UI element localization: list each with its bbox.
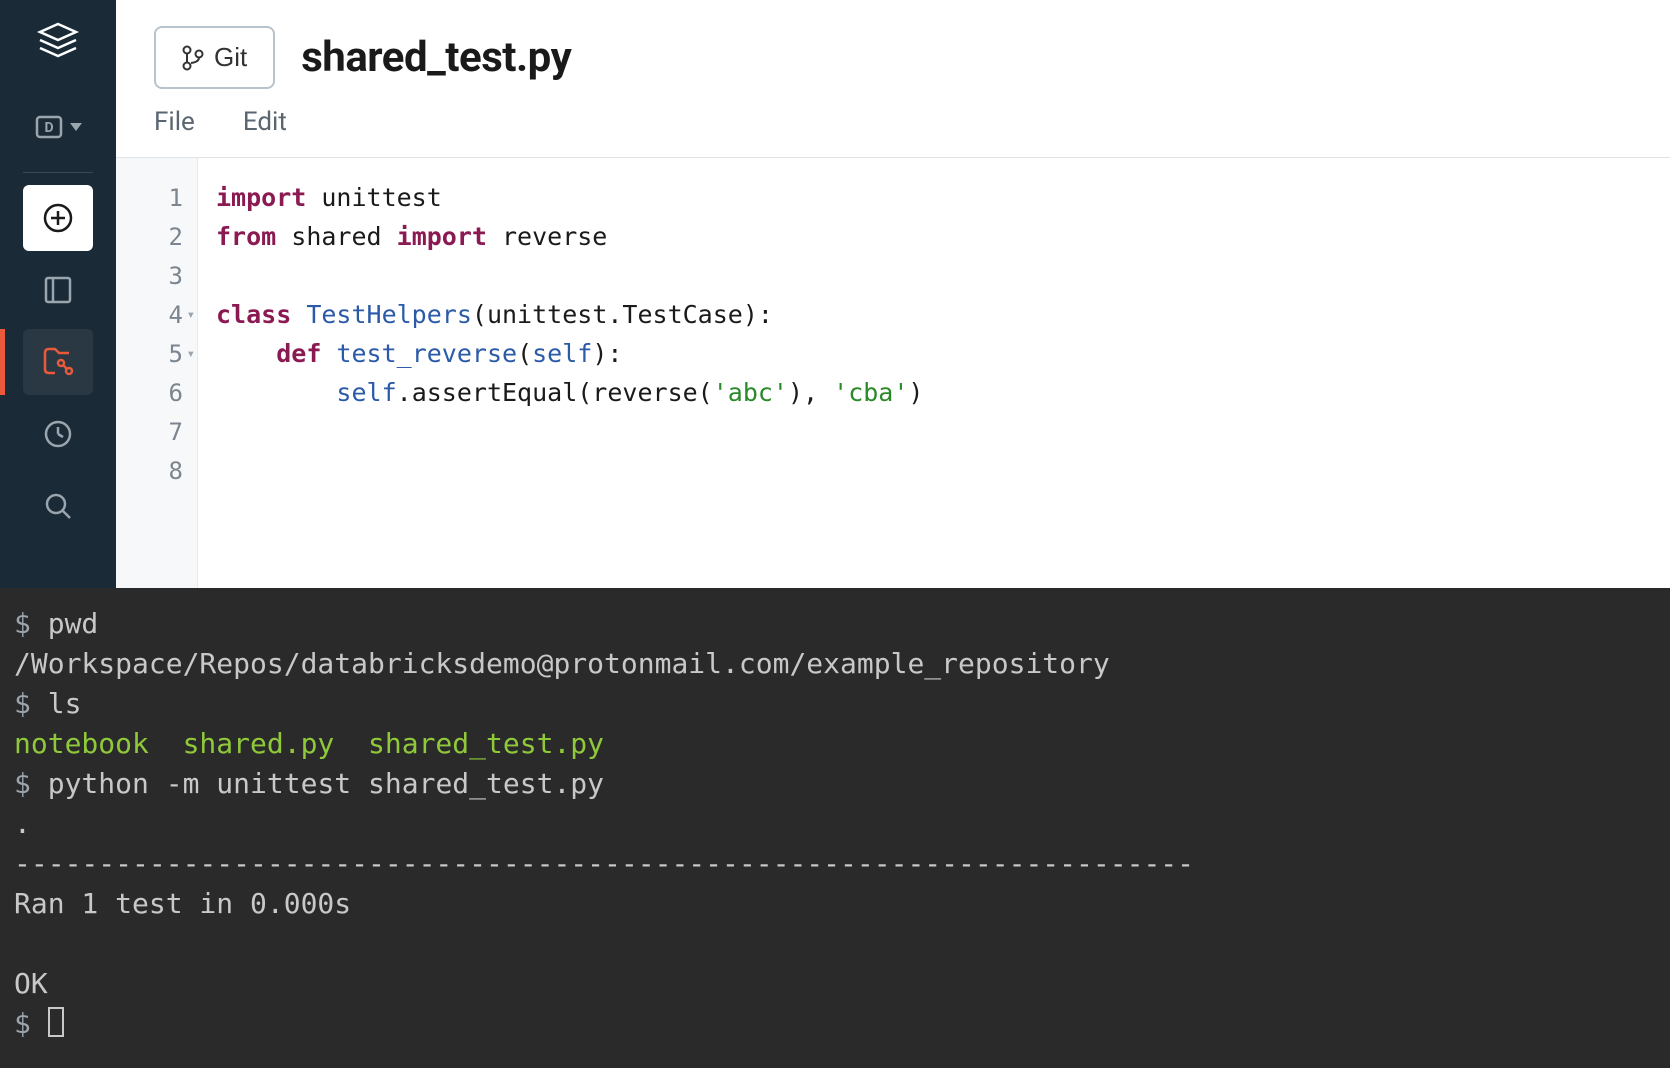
line-number: 2 [116, 217, 197, 256]
header: Git shared_test.py [116, 0, 1670, 107]
gutter: 1 2 3 4▾ 5▾ 6 7 8 [116, 158, 198, 588]
git-button-label: Git [214, 42, 247, 73]
terminal-output: OK [14, 967, 48, 1000]
line-number: 5▾ [116, 334, 197, 373]
terminal-output: notebook shared.py shared_test.py [14, 727, 604, 760]
sidebar-divider [23, 172, 93, 173]
git-branch-icon [182, 45, 204, 71]
search-icon [42, 490, 74, 522]
code-area[interactable]: import unittest from shared import rever… [198, 158, 1670, 588]
code-line [216, 451, 1652, 490]
code-editor[interactable]: 1 2 3 4▾ 5▾ 6 7 8 import unittest from s… [116, 158, 1670, 588]
code-line [216, 256, 1652, 295]
code-line: def test_reverse(self): [216, 334, 1652, 373]
terminal-output: ----------------------------------------… [14, 847, 1194, 880]
editor-panel: D [0, 0, 1670, 588]
menu-file[interactable]: File [154, 107, 195, 137]
code-line: self.assertEqual(reverse('abc'), 'cba') [216, 373, 1652, 412]
file-title: shared_test.py [301, 33, 571, 82]
sidebar-create-button[interactable] [23, 185, 93, 251]
logo-icon[interactable] [32, 18, 84, 70]
terminal-command: python -m unittest shared_test.py [48, 767, 604, 800]
terminal-cursor [48, 1007, 64, 1037]
git-button[interactable]: Git [154, 26, 275, 89]
code-line: import unittest [216, 178, 1652, 217]
sidebar-workspace-item[interactable] [23, 257, 93, 323]
chevron-down-icon [70, 123, 82, 131]
workspace-icon [42, 274, 74, 306]
svg-text:D: D [44, 120, 53, 136]
line-number: 4▾ [116, 295, 197, 334]
clock-icon [42, 418, 74, 450]
sidebar-search-item[interactable] [23, 473, 93, 539]
line-number: 8 [116, 451, 197, 490]
plus-circle-icon [42, 202, 74, 234]
terminal-panel[interactable]: $ pwd /Workspace/Repos/databricksdemo@pr… [0, 588, 1670, 1068]
workspace-dropdown[interactable]: D [23, 94, 93, 160]
menu-bar: File Edit [116, 107, 1670, 158]
repos-icon [41, 345, 75, 379]
fold-arrow-icon[interactable]: ▾ [187, 346, 195, 362]
terminal-prompt: $ [14, 687, 48, 720]
fold-arrow-icon[interactable]: ▾ [187, 307, 195, 323]
line-number: 3 [116, 256, 197, 295]
line-number: 7 [116, 412, 197, 451]
terminal-command: pwd [48, 607, 99, 640]
code-line: class TestHelpers(unittest.TestCase): [216, 295, 1652, 334]
line-number: 6 [116, 373, 197, 412]
code-line: from shared import reverse [216, 217, 1652, 256]
sidebar-repos-item[interactable] [23, 329, 93, 395]
terminal-output: Ran 1 test in 0.000s [14, 887, 351, 920]
terminal-prompt: $ [14, 1007, 48, 1040]
terminal-command: ls [48, 687, 82, 720]
main-editor: Git shared_test.py File Edit 1 2 3 4▾ 5▾… [116, 0, 1670, 588]
terminal-prompt: $ [14, 607, 48, 640]
menu-edit[interactable]: Edit [243, 107, 287, 137]
sidebar-recents-item[interactable] [23, 401, 93, 467]
terminal-prompt: $ [14, 767, 48, 800]
terminal-output: . [14, 807, 31, 840]
line-number: 1 [116, 178, 197, 217]
sidebar: D [0, 0, 116, 588]
terminal-output: /Workspace/Repos/databricksdemo@protonma… [14, 647, 1110, 680]
code-line [216, 412, 1652, 451]
